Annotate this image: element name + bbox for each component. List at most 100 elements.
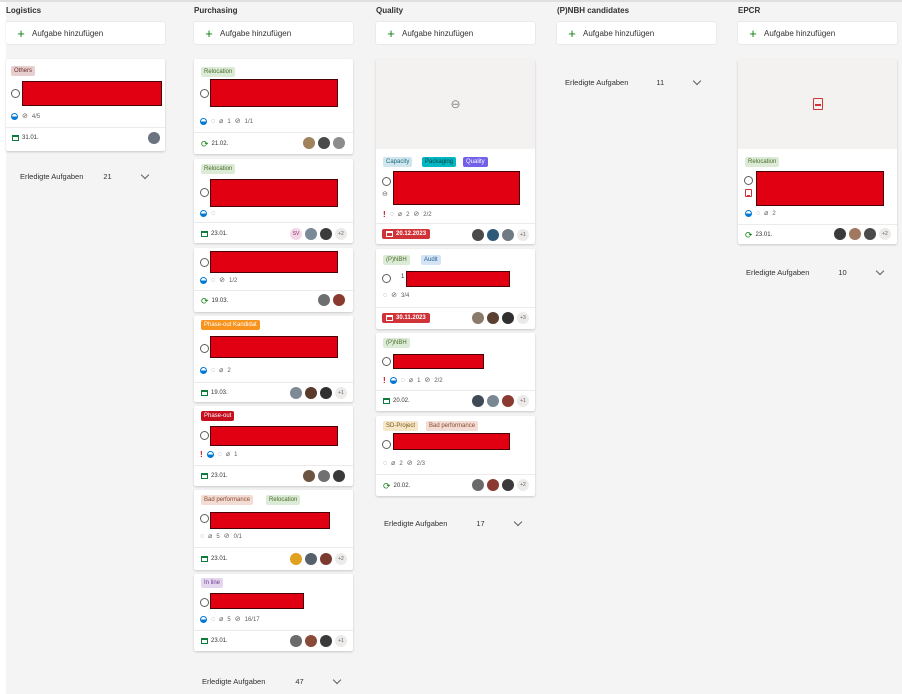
avatar	[487, 312, 499, 324]
task-card[interactable]: SD-Project Bad performance ◌ ⌀ 2 ⊘ 2/3 ⟳…	[376, 416, 535, 496]
task-card[interactable]: Phase-out ! ◌ ⌀ 1 23.01.	[194, 406, 353, 486]
complete-radio[interactable]	[382, 357, 391, 366]
task-card[interactable]: In line ◌ ⌀ 5 ⊘ 16/17 23.01. +1	[194, 574, 353, 651]
avatar	[305, 553, 317, 565]
avatar	[834, 228, 846, 240]
checklist-icon: ⊘	[391, 292, 398, 299]
task-meta: ◌ ⊘ 3/4	[383, 292, 409, 299]
bucket-title[interactable]: (P)NBH candidates	[557, 6, 629, 15]
completed-count: 47	[295, 677, 304, 686]
complete-radio[interactable]	[200, 598, 209, 607]
comment-icon: ◌	[211, 277, 216, 284]
assignees[interactable]	[303, 137, 345, 149]
comment-icon: ◌	[200, 533, 205, 540]
calendar-icon	[201, 556, 208, 562]
assignees[interactable]: +1	[472, 395, 529, 407]
due-date: 20.02.	[383, 398, 410, 404]
avatar	[472, 229, 484, 241]
due-date-text: 31.01.	[22, 135, 39, 141]
complete-radio[interactable]	[200, 344, 209, 353]
assignees[interactable]: +3	[472, 312, 529, 324]
calendar-icon	[383, 398, 390, 404]
assignees[interactable]: +2	[834, 228, 891, 240]
completed-tasks-toggle[interactable]: Erledigte Aufgaben 17	[384, 517, 522, 528]
attachment-preview[interactable]	[738, 59, 897, 149]
complete-radio[interactable]	[382, 440, 391, 449]
add-task-button[interactable]: + Aufgabe hinzufügen	[738, 22, 897, 44]
task-card[interactable]: Relocation ◌ ⌀ 2 ⟳ 23.01. +2	[738, 59, 897, 244]
complete-radio[interactable]	[11, 89, 20, 98]
calendar-icon	[201, 231, 208, 237]
task-card[interactable]: Others ⊘ 4/5 31.01.	[6, 59, 165, 151]
attachment-count: 2	[406, 211, 410, 218]
task-card[interactable]: Phase-out Kandidat ◌ ⌀ 2 19.03. +1	[194, 316, 353, 402]
repeat-icon: ⟳	[201, 139, 209, 149]
chevron-down-icon	[332, 675, 341, 685]
assignees[interactable]	[318, 294, 345, 306]
attachment-count: 1	[227, 118, 231, 125]
assignees[interactable]	[303, 470, 345, 482]
completed-tasks-toggle[interactable]: Erledigte Aufgaben 11	[565, 76, 702, 87]
bucket-title[interactable]: Logistics	[6, 6, 41, 15]
assignees[interactable]: +2	[472, 479, 529, 491]
complete-radio[interactable]	[200, 514, 209, 523]
complete-radio[interactable]	[200, 188, 209, 197]
assignees[interactable]: SV +2	[290, 228, 347, 240]
task-card[interactable]: (P)NBH ! ◌ ⌀ 1 ⊘ 2/2 20.02. +1	[376, 333, 535, 411]
label-tag: SD-Project	[383, 421, 419, 431]
completed-tasks-label: Erledigte Aufgaben	[384, 519, 448, 528]
progress-icon	[745, 210, 752, 217]
avatar	[849, 228, 861, 240]
attachment-count: 1	[417, 377, 421, 384]
redacted-task-title	[210, 251, 338, 273]
assignees[interactable]: +2	[290, 553, 347, 565]
completed-tasks-toggle[interactable]: Erledigte Aufgaben 47	[202, 675, 341, 686]
add-task-button[interactable]: + Aufgabe hinzufügen	[194, 22, 353, 44]
checklist-count: 2/3	[416, 460, 425, 467]
task-card[interactable]: (P)NBH Audit 1 ◌ ⊘ 3/4 30.11.2023 +3	[376, 249, 535, 329]
complete-radio[interactable]	[200, 89, 209, 98]
completed-tasks-toggle[interactable]: Erledigte Aufgaben 10	[746, 266, 884, 277]
bucket-title[interactable]: Quality	[376, 6, 403, 15]
task-card[interactable]: ⊖ Capacity Packaging Quality ⊖ ! ◌ ⌀ 2 ⊘…	[376, 59, 535, 244]
complete-radio[interactable]	[200, 258, 209, 267]
comment-icon: ◌	[383, 292, 388, 299]
chevron-down-icon	[875, 266, 884, 276]
checklist-count: 1/2	[229, 277, 238, 284]
task-card[interactable]: ◌ ⊘ 1/2 ⟳ 19.03.	[194, 248, 353, 312]
progress-icon	[200, 367, 207, 374]
complete-radio[interactable]	[200, 431, 209, 440]
complete-radio[interactable]	[382, 177, 391, 186]
avatar	[320, 553, 332, 565]
attachment-icon: ⌀	[219, 367, 224, 374]
assignees[interactable]: +1	[290, 387, 347, 399]
task-card[interactable]: Relocation ◌ 23.01. SV +2	[194, 159, 353, 243]
progress-icon	[206, 451, 214, 458]
due-date-text: 19.03.	[211, 390, 228, 396]
complete-radio[interactable]	[744, 176, 753, 185]
link-icon: ⊖	[450, 97, 461, 111]
completed-count: 17	[476, 519, 485, 528]
assignees[interactable]: +1	[472, 229, 529, 241]
priority-icon: !	[383, 210, 386, 219]
add-task-button[interactable]: + Aufgabe hinzufügen	[557, 22, 716, 44]
redacted-task-title	[393, 433, 510, 450]
bucket-title[interactable]: Purchasing	[194, 6, 238, 15]
task-meta: ⊘ 4/5	[11, 113, 40, 120]
checklist-icon: ⊘	[219, 277, 226, 284]
repeat-icon: ⟳	[201, 296, 209, 306]
add-task-button[interactable]: + Aufgabe hinzufügen	[376, 22, 535, 44]
redacted-task-title	[756, 171, 884, 206]
avatar	[487, 395, 499, 407]
bucket-title[interactable]: EPCR	[738, 6, 760, 15]
assignees[interactable]	[148, 132, 160, 144]
link-preview[interactable]: ⊖	[376, 59, 535, 149]
add-task-button[interactable]: + Aufgabe hinzufügen	[6, 22, 165, 44]
task-card[interactable]: Relocation ◌ ⌀ 1 ⊘ 1/1 ⟳ 21.02.	[194, 59, 353, 154]
checklist-count: 4/5	[31, 113, 41, 120]
completed-tasks-toggle[interactable]: Erledigte Aufgaben 21	[20, 170, 149, 181]
assignees[interactable]: +1	[290, 635, 347, 647]
complete-radio[interactable]	[382, 274, 391, 283]
task-card[interactable]: Bad performance Relocation ◌ ⌀ 5 ⊘ 0/1 2…	[194, 490, 353, 570]
more-assignees: +1	[335, 635, 347, 647]
